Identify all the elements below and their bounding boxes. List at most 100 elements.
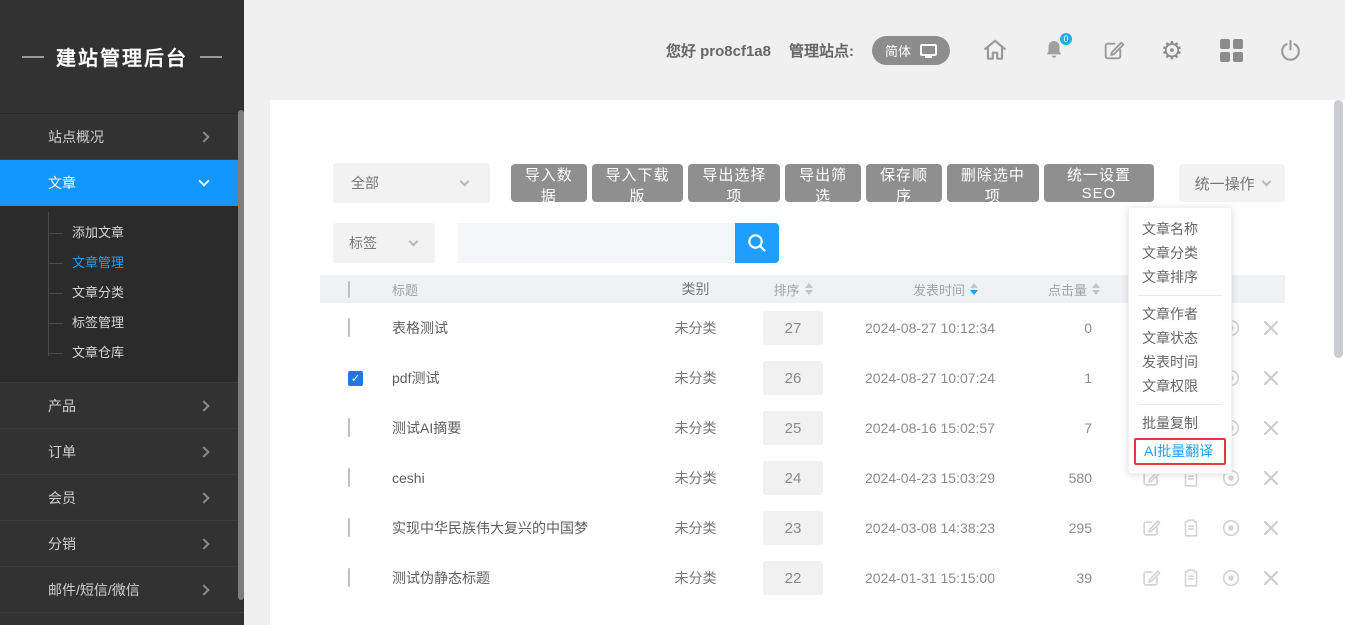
edit-icon[interactable] <box>1140 567 1162 589</box>
unified-action-dropdown[interactable]: 统一操作 <box>1179 164 1285 202</box>
sort-asc-icon[interactable] <box>805 283 813 288</box>
menu-item-article-category[interactable]: 文章分类 <box>1129 241 1231 265</box>
sidebar-item-overview[interactable]: 站点概况 <box>0 114 244 160</box>
logo-dash-left <box>22 56 44 58</box>
click-count: 39 <box>1048 570 1140 586</box>
sort-publish-time-control[interactable] <box>970 283 978 295</box>
publish-time: 2024-08-27 10:12:34 <box>843 320 1048 336</box>
chevron-right-icon <box>198 446 209 457</box>
order-value[interactable]: 23 <box>763 511 823 545</box>
menu-item-publish-time[interactable]: 发表时间 <box>1129 350 1231 374</box>
row-checkbox[interactable] <box>348 318 350 337</box>
app-logo: 建站管理后台 <box>0 0 244 114</box>
sidebar-item-member[interactable]: 会员 <box>0 475 244 521</box>
delete-x-icon[interactable] <box>1260 367 1282 389</box>
import-download-button[interactable]: 导入下载版 <box>592 164 684 202</box>
order-value[interactable]: 25 <box>763 411 823 445</box>
article-category: 未分类 <box>648 568 743 588</box>
logout-power-icon[interactable] <box>1277 37 1303 63</box>
edit-icon[interactable] <box>1140 517 1162 539</box>
submenu-item-article-warehouse[interactable]: 文章仓库 <box>0 338 244 368</box>
sort-clicks-control[interactable] <box>1092 283 1100 295</box>
menu-item-article-status[interactable]: 文章状态 <box>1129 326 1231 350</box>
search-button[interactable] <box>735 223 779 263</box>
order-value[interactable]: 22 <box>763 561 823 595</box>
sidebar-scrollbar[interactable] <box>238 110 244 600</box>
order-value[interactable]: 24 <box>763 461 823 495</box>
order-value[interactable]: 26 <box>763 361 823 395</box>
search-input[interactable] <box>458 223 735 263</box>
submenu-item-add-article[interactable]: 添加文章 <box>0 218 244 248</box>
home-icon[interactable] <box>982 37 1008 63</box>
edit-icon[interactable] <box>1100 37 1126 63</box>
export-selected-button[interactable]: 导出选择项 <box>688 164 780 202</box>
submenu-item-article-category[interactable]: 文章分类 <box>0 278 244 308</box>
sidebar-item-product[interactable]: 产品 <box>0 383 244 429</box>
language-toggle[interactable]: 简体 <box>872 36 950 65</box>
sort-desc-icon-active[interactable] <box>970 290 978 295</box>
copy-icon[interactable] <box>1180 517 1202 539</box>
menu-item-article-author[interactable]: 文章作者 <box>1129 302 1231 326</box>
sidebar-item-label: 产品 <box>48 396 76 416</box>
article-title[interactable]: pdf测试 <box>368 368 648 388</box>
chevron-down-icon <box>198 175 209 186</box>
settings-gear-icon[interactable]: ⚙ <box>1159 37 1185 63</box>
tag-filter-select[interactable]: 标签 <box>333 223 435 263</box>
view-eye-icon[interactable] <box>1220 567 1242 589</box>
delete-x-icon[interactable] <box>1260 317 1282 339</box>
sidebar-item-label: 会员 <box>48 488 76 508</box>
sidebar-item-distribution[interactable]: 分销 <box>0 521 244 567</box>
sidebar-item-order[interactable]: 订单 <box>0 429 244 475</box>
view-eye-icon[interactable] <box>1220 517 1242 539</box>
menu-item-article-name[interactable]: 文章名称 <box>1129 217 1231 241</box>
menu-item-batch-copy[interactable]: 批量复制 <box>1129 411 1231 435</box>
sort-desc-icon[interactable] <box>805 290 813 295</box>
sidebar-item-article[interactable]: 文章 <box>0 160 244 206</box>
order-value[interactable]: 27 <box>763 311 823 345</box>
article-title[interactable]: ceshi <box>368 470 648 486</box>
highlight-box: AI批量翻译 <box>1134 438 1226 465</box>
menu-item-article-permission[interactable]: 文章权限 <box>1129 374 1231 398</box>
sidebar-item-label: 订单 <box>48 442 76 462</box>
delete-x-icon[interactable] <box>1260 567 1282 589</box>
sidebar-item-label: 分销 <box>48 534 76 554</box>
article-category: 未分类 <box>648 318 743 338</box>
row-checkbox[interactable] <box>348 468 350 487</box>
submenu-item-article-manage[interactable]: 文章管理 <box>0 248 244 278</box>
apps-grid-icon[interactable] <box>1218 37 1244 63</box>
sidebar-item-messaging[interactable]: 邮件/短信/微信 <box>0 567 244 613</box>
row-checkbox[interactable] <box>348 518 350 537</box>
manage-site-label: 管理站点: <box>789 40 854 61</box>
article-title[interactable]: 表格测试 <box>368 318 648 338</box>
submenu-item-tag-manage[interactable]: 标签管理 <box>0 308 244 338</box>
menu-item-ai-batch-translate[interactable]: AI批量翻译 <box>1142 442 1224 460</box>
category-filter-select[interactable]: 全部 <box>333 163 490 203</box>
unified-seo-button[interactable]: 统一设置SEO <box>1044 164 1154 202</box>
delete-x-icon[interactable] <box>1260 417 1282 439</box>
sort-order-control[interactable] <box>805 283 813 295</box>
copy-icon[interactable] <box>1180 567 1202 589</box>
row-checkbox[interactable] <box>348 418 350 437</box>
main-scrollbar[interactable] <box>1334 100 1343 358</box>
article-title[interactable]: 测试AI摘要 <box>368 418 648 438</box>
article-title[interactable]: 测试伪静态标题 <box>368 568 648 588</box>
import-data-button[interactable]: 导入数据 <box>511 164 587 202</box>
select-all-checkbox[interactable] <box>348 281 350 298</box>
publish-time: 2024-08-27 10:07:24 <box>843 370 1048 386</box>
export-filtered-button[interactable]: 导出筛选 <box>785 164 861 202</box>
delete-x-icon[interactable] <box>1260 467 1282 489</box>
sort-asc-icon[interactable] <box>970 283 978 288</box>
row-checkbox[interactable] <box>348 568 350 587</box>
delete-x-icon[interactable] <box>1260 517 1282 539</box>
sort-desc-icon[interactable] <box>1092 290 1100 295</box>
save-order-button[interactable]: 保存顺序 <box>866 164 942 202</box>
article-title[interactable]: 实现中华民族伟大复兴的中国梦 <box>368 518 648 538</box>
notifications-bell-icon[interactable]: 0 <box>1041 37 1067 63</box>
row-checkbox-checked[interactable]: ✓ <box>348 371 363 386</box>
table-row: 测试伪静态标题 未分类 22 2024-01-31 15:15:00 39 <box>320 553 1285 603</box>
delete-selected-button[interactable]: 删除选中项 <box>947 164 1039 202</box>
article-submenu: 添加文章 文章管理 文章分类 标签管理 文章仓库 <box>0 206 244 383</box>
sort-asc-icon[interactable] <box>1092 283 1100 288</box>
menu-item-article-order[interactable]: 文章排序 <box>1129 265 1231 289</box>
article-category: 未分类 <box>648 468 743 488</box>
